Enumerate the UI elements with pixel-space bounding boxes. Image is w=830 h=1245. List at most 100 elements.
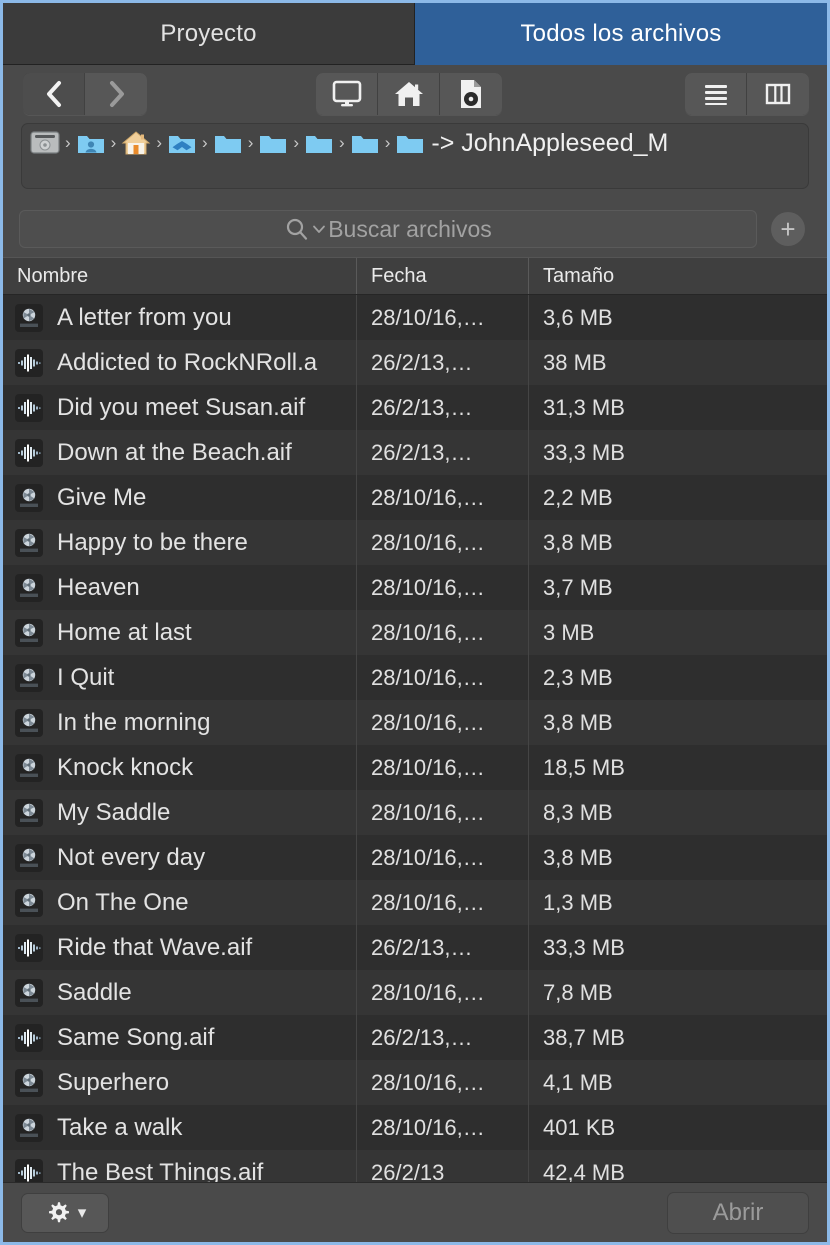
- file-date-label: 26/2/13,…: [371, 440, 473, 466]
- folder-icon: [395, 130, 425, 156]
- path-crumb-users[interactable]: [76, 130, 106, 156]
- open-button[interactable]: Abrir: [667, 1192, 809, 1234]
- action-menu-button[interactable]: ▾: [21, 1193, 109, 1233]
- table-row[interactable]: Take a walk28/10/16,…401 KB: [3, 1105, 827, 1150]
- view-column-button[interactable]: [747, 73, 809, 115]
- file-date-label: 28/10/16,…: [371, 575, 485, 601]
- cell-fecha: 26/2/13,…: [356, 1015, 528, 1060]
- table-row[interactable]: Home at last28/10/16,…3 MB: [3, 610, 827, 655]
- table-row[interactable]: Superhero28/10/16,…4,1 MB: [3, 1060, 827, 1105]
- cell-fecha: 28/10/16,…: [356, 295, 528, 340]
- file-date-label: 28/10/16,…: [371, 485, 485, 511]
- cell-nombre: Ride that Wave.aif: [3, 925, 356, 970]
- cell-fecha: 28/10/16,…: [356, 655, 528, 700]
- table-row[interactable]: The Best Things.aif26/2/1342,4 MB: [3, 1150, 827, 1182]
- audio-file-icon: [15, 439, 43, 467]
- search-row: Buscar archivos +: [3, 201, 827, 257]
- navigation-button-group: [23, 73, 147, 115]
- cell-tamano: 4,1 MB: [528, 1060, 827, 1105]
- file-size-label: 38 MB: [543, 350, 607, 376]
- path-crumb-dropbox[interactable]: [167, 130, 197, 156]
- cell-nombre: Same Song.aif: [3, 1015, 356, 1060]
- file-name-label: Down at the Beach.aif: [57, 439, 292, 467]
- path-crumb-folder-1[interactable]: [213, 130, 243, 156]
- path-bar[interactable]: › › ›: [21, 123, 809, 189]
- table-row[interactable]: A letter from you 28/10/16,… 3,6 MB: [3, 295, 827, 340]
- file-date-label: 28/10/16,…: [371, 530, 485, 556]
- path-crumb-drive[interactable]: [30, 130, 60, 156]
- breadcrumb-separator: ›: [248, 133, 254, 153]
- cell-nombre: My Saddle: [3, 790, 356, 835]
- cell-nombre: A letter from you: [3, 295, 356, 340]
- location-home-button[interactable]: [378, 73, 440, 115]
- tab-proyecto[interactable]: Proyecto: [3, 3, 415, 65]
- search-input[interactable]: Buscar archivos: [19, 210, 757, 248]
- column-header-nombre[interactable]: Nombre: [3, 258, 356, 294]
- file-size-label: 3,8 MB: [543, 710, 613, 736]
- table-row[interactable]: Addicted to RockNRoll.a26/2/13,…38 MB: [3, 340, 827, 385]
- cell-nombre: Happy to be there: [3, 520, 356, 565]
- gear-icon: [44, 1199, 72, 1227]
- file-name-label: On The One: [57, 889, 189, 917]
- logic-project-icon: [16, 1070, 42, 1096]
- table-row[interactable]: In the morning28/10/16,…3,8 MB: [3, 700, 827, 745]
- file-name-label: Give Me: [57, 484, 146, 512]
- table-row[interactable]: Knock knock28/10/16,…18,5 MB: [3, 745, 827, 790]
- audio-file-icon: [16, 440, 42, 466]
- path-crumb-home[interactable]: [121, 130, 151, 156]
- add-favorite-button[interactable]: +: [771, 212, 805, 246]
- table-row[interactable]: Same Song.aif26/2/13,…38,7 MB: [3, 1015, 827, 1060]
- cell-fecha: 28/10/16,…: [356, 565, 528, 610]
- breadcrumb-separator: ›: [111, 133, 117, 153]
- table-row[interactable]: Give Me28/10/16,…2,2 MB: [3, 475, 827, 520]
- table-row[interactable]: Down at the Beach.aif26/2/13,…33,3 MB: [3, 430, 827, 475]
- location-project-button[interactable]: [440, 73, 502, 115]
- file-name-label: Home at last: [57, 619, 192, 647]
- tab-todos-los-archivos[interactable]: Todos los archivos: [415, 3, 827, 65]
- cell-fecha: 28/10/16,…: [356, 790, 528, 835]
- cell-nombre: I Quit: [3, 655, 356, 700]
- table-row[interactable]: Did you meet Susan.aif26/2/13,…31,3 MB: [3, 385, 827, 430]
- table-row[interactable]: Ride that Wave.aif26/2/13,…33,3 MB: [3, 925, 827, 970]
- table-row[interactable]: Heaven28/10/16,…3,7 MB: [3, 565, 827, 610]
- back-button[interactable]: [23, 73, 85, 115]
- file-name-label: Addicted to RockNRoll.a: [57, 349, 317, 377]
- audio-file-icon: [15, 349, 43, 377]
- cell-fecha: 28/10/16,…: [356, 475, 528, 520]
- column-header-fecha-label: Fecha: [371, 265, 427, 288]
- chevron-down-icon[interactable]: [312, 222, 326, 236]
- logic-project-icon: [16, 575, 42, 601]
- breadcrumb-separator: ›: [65, 133, 71, 153]
- table-row[interactable]: My Saddle28/10/16,…8,3 MB: [3, 790, 827, 835]
- location-desktop-button[interactable]: [316, 73, 378, 115]
- cell-tamano: 3,7 MB: [528, 565, 827, 610]
- path-crumb-folder-4[interactable]: [350, 130, 380, 156]
- path-crumb-folder-5[interactable]: [395, 130, 425, 156]
- bottom-bar: ▾ Abrir: [3, 1182, 827, 1242]
- file-date-label: 28/10/16,…: [371, 305, 485, 331]
- path-crumb-folder-3[interactable]: [304, 130, 334, 156]
- breadcrumb-separator: ›: [156, 133, 162, 153]
- audio-file-icon: [16, 1025, 42, 1051]
- file-size-label: 3,6 MB: [543, 305, 613, 331]
- breadcrumb-separator: ›: [385, 133, 391, 153]
- file-date-label: 28/10/16,…: [371, 620, 485, 646]
- table-row[interactable]: Saddle28/10/16,…7,8 MB: [3, 970, 827, 1015]
- table-row[interactable]: Not every day28/10/16,…3,8 MB: [3, 835, 827, 880]
- forward-button[interactable]: [85, 73, 147, 115]
- cell-fecha: 26/2/13,…: [356, 385, 528, 430]
- table-row[interactable]: I Quit28/10/16,…2,3 MB: [3, 655, 827, 700]
- view-list-button[interactable]: [685, 73, 747, 115]
- breadcrumb-separator: ›: [293, 133, 299, 153]
- hard-drive-icon: [30, 130, 60, 156]
- cell-nombre: In the morning: [3, 700, 356, 745]
- table-row[interactable]: Happy to be there28/10/16,…3,8 MB: [3, 520, 827, 565]
- cell-nombre: The Best Things.aif: [3, 1150, 356, 1182]
- table-row[interactable]: On The One28/10/16,…1,3 MB: [3, 880, 827, 925]
- column-header-fecha[interactable]: Fecha: [356, 258, 528, 294]
- logic-project-icon: [16, 665, 42, 691]
- path-trailing-text: -> JohnAppleseed_M: [431, 129, 668, 158]
- audio-file-icon: [16, 1160, 42, 1183]
- path-crumb-folder-2[interactable]: [258, 130, 288, 156]
- column-header-tamano[interactable]: Tamaño: [528, 258, 827, 294]
